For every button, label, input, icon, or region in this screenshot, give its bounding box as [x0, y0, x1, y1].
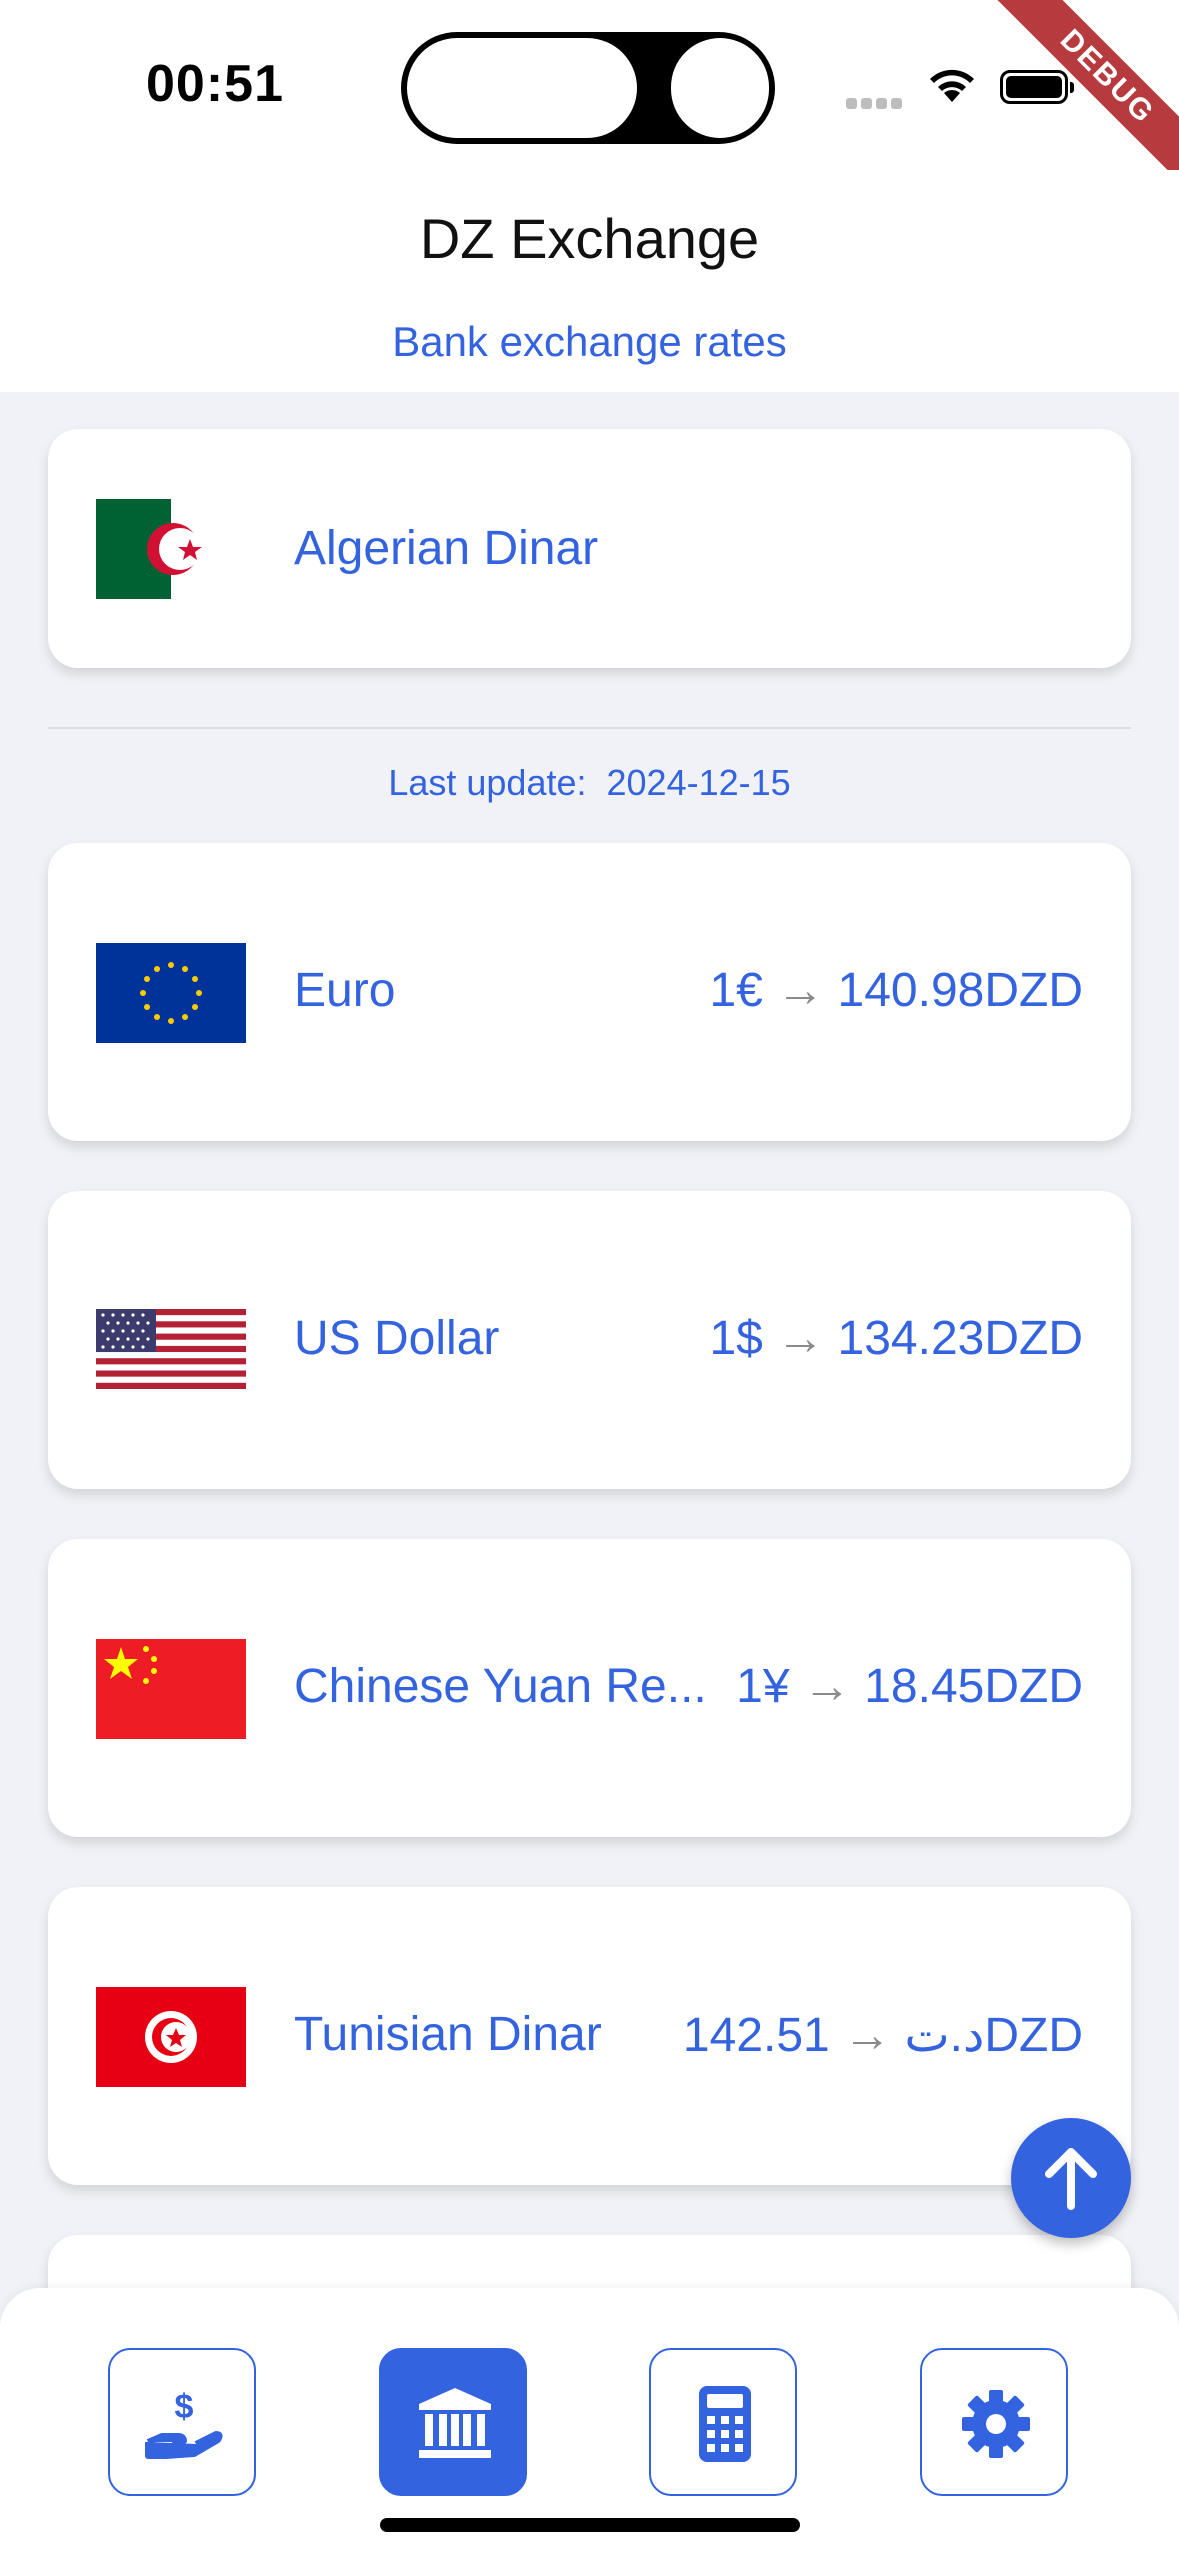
- rate-value: 1€ → 140.98DZD: [709, 963, 1083, 1018]
- rate-card-tnd[interactable]: Tunisian Dinar 1د.ت → 42.51DZD: [48, 1887, 1131, 2185]
- scroll-to-top-button[interactable]: [1011, 2118, 1131, 2238]
- rate-base: 1$: [709, 1312, 763, 1365]
- wifi-icon: [930, 69, 974, 102]
- rate-dzd: 134.23DZD: [837, 1312, 1083, 1365]
- currency-name: Chinese Yuan Re...: [294, 1660, 707, 1713]
- status-time: 00:51: [146, 55, 284, 113]
- currency-name: Tunisian Dinar: [294, 2008, 602, 2061]
- rate-value: 1¥ → 18.45DZD: [736, 1659, 1083, 1714]
- arrow-right-icon: →: [776, 964, 825, 1017]
- rate-card-cny[interactable]: Chinese Yuan Re... 1¥ → 18.45DZD: [48, 1539, 1131, 1837]
- algeria-flag-icon: [96, 499, 246, 599]
- base-currency-name: Algerian Dinar: [294, 522, 599, 575]
- tunisia-flag-icon: [96, 1987, 246, 2087]
- rate-dzd: 42.51DZD: [709, 2009, 1083, 2062]
- cellular-signal-icon: [846, 96, 906, 114]
- rate-value: 1$ → 134.23DZD: [709, 1311, 1083, 1366]
- rate-base: 1¥: [736, 1660, 790, 1713]
- china-flag-icon: [96, 1639, 246, 1739]
- nav-settings-button[interactable]: [920, 2348, 1068, 2496]
- rate-value: 1د.ت → 42.51DZD: [683, 2007, 1083, 2063]
- rate-dzd: 18.45DZD: [864, 1660, 1083, 1713]
- arrow-right-icon: →: [843, 2009, 892, 2062]
- nav-bank-button[interactable]: [379, 2348, 527, 2496]
- divider: [48, 727, 1131, 729]
- bank-icon: [419, 2388, 491, 2458]
- money-hand-icon: $: [145, 2388, 223, 2459]
- us-flag-icon: [96, 1309, 246, 1389]
- rate-dzd: 140.98DZD: [837, 964, 1083, 1017]
- home-indicator: [380, 2518, 800, 2532]
- debug-banner: DEBUG: [989, 0, 1179, 190]
- arrow-right-icon: →: [802, 1660, 851, 1713]
- last-update-date: 2024-12-15: [606, 762, 791, 803]
- bottom-nav: $: [0, 2288, 1179, 2556]
- last-update: Last update: 2024-12-15: [0, 762, 1179, 804]
- rate-base: 1€: [709, 964, 763, 1017]
- nav-money-button[interactable]: $: [108, 2348, 256, 2496]
- base-currency-card[interactable]: Algerian Dinar: [48, 429, 1131, 668]
- currency-name: Euro: [294, 964, 396, 1017]
- currency-name: US Dollar: [294, 1312, 500, 1365]
- eu-flag-icon: [96, 943, 246, 1043]
- arrow-up-icon: [1045, 2148, 1097, 2210]
- page-subtitle: Bank exchange rates: [392, 318, 787, 365]
- last-update-label: Last update:: [388, 762, 587, 803]
- app-title: DZ Exchange: [419, 207, 760, 270]
- arrow-right-icon: →: [776, 1312, 825, 1365]
- rate-card-euro[interactable]: Euro 1€ → 140.98DZD: [48, 843, 1131, 1141]
- app-header: DZ Exchange Bank exchange rates: [0, 170, 1179, 392]
- nav-calculator-button[interactable]: [649, 2348, 797, 2496]
- rate-card-usd[interactable]: US Dollar 1$ → 134.23DZD: [48, 1191, 1131, 1489]
- gear-icon: [962, 2390, 1030, 2458]
- dynamic-island: [401, 32, 775, 144]
- svg-text:$: $: [175, 2388, 194, 2426]
- calculator-icon: [699, 2386, 751, 2462]
- debug-label: DEBUG: [989, 0, 1179, 190]
